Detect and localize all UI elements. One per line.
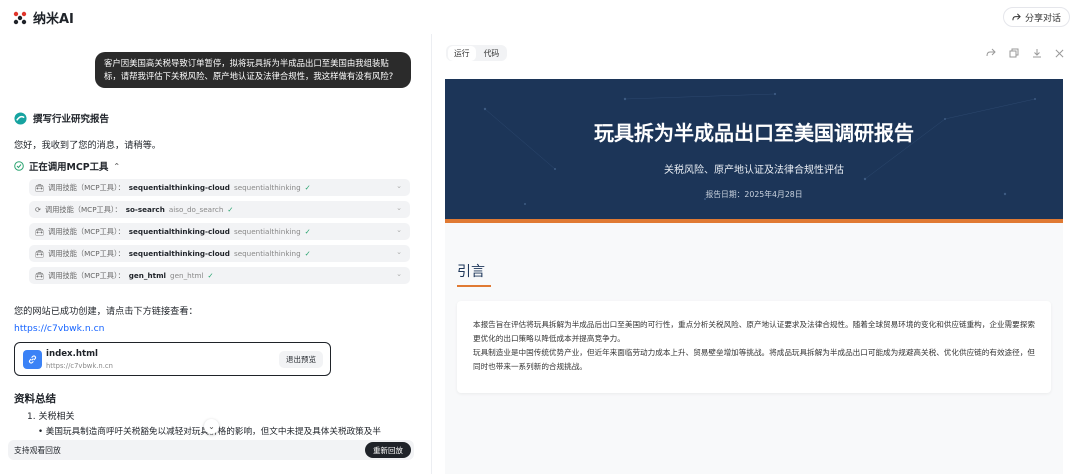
toolbox-icon: 🧰︎ <box>35 227 45 236</box>
replay-bar: 支持观看回放 重新回放 <box>8 440 414 460</box>
tool-name: sequentialthinking-cloud <box>128 183 230 192</box>
toolbox-icon: 🧰︎ <box>35 271 45 280</box>
tool-function: sequentialthinking <box>233 183 301 192</box>
mcp-tools-toggle[interactable]: 正在调用MCP工具 ⌃ <box>14 159 120 173</box>
share-icon <box>1012 13 1021 20</box>
tool-name: sequentialthinking-cloud <box>128 227 230 236</box>
exit-preview-button[interactable]: 退出预览 <box>279 351 323 368</box>
check-icon: ✓ <box>304 183 311 192</box>
tool-call-row[interactable]: ⟳ 调用技能（MCP工具）： so-search aiso_do_search … <box>29 201 410 218</box>
agent-avatar-icon <box>14 111 27 125</box>
tool-function: sequentialthinking <box>233 227 301 236</box>
site-link[interactable]: https://c7vbwk.n.cn <box>14 323 104 334</box>
tool-function: gen_html <box>170 271 204 280</box>
intro-paragraph: 本报告旨在评估将玩具拆解为半成品后出口至美国的可行性，重点分析关税风险、原产地认… <box>473 320 1035 343</box>
check-icon: ✓ <box>227 205 234 214</box>
tool-call-row[interactable]: 🧰︎ 调用技能（MCP工具）： gen_html gen_html ✓ ⌄ <box>29 267 410 284</box>
share-label: 分享对话 <box>1024 13 1061 24</box>
summary-item: 1. 关税相关 <box>27 412 75 422</box>
check-icon: ✓ <box>304 227 311 236</box>
file-preview-card[interactable]: index.html https://c7vbwk.n.cn 退出预览 <box>14 342 331 376</box>
step-title: 撰写行业研究报告 <box>14 111 109 125</box>
tool-prefix: 调用技能（MCP工具）： <box>48 226 125 236</box>
chevron-down-icon: ⌄ <box>208 422 215 431</box>
top-bar: 纳米AI 分享对话 <box>0 0 1080 34</box>
wait-message: 您好，我收到了您的消息，请稍等。 <box>14 140 161 151</box>
tool-function: sequentialthinking <box>233 249 301 258</box>
report-title: 玩具拆为半成品出口至美国调研报告 <box>594 121 914 145</box>
chat-panel: 客户因美国高关税导致订单暂停，拟将玩具拆为半成品出口至美国由我组装贴标，请帮我评… <box>0 34 431 474</box>
check-circle-icon <box>14 161 24 171</box>
mcp-heading: 正在调用MCP工具 <box>29 162 109 173</box>
intro-card: 本报告旨在评估将玩具拆解为半成品后出口至美国的可行性，重点分析关税风险、原产地认… <box>457 301 1051 393</box>
tool-call-row[interactable]: 🧰︎ 调用技能（MCP工具）： sequentialthinking-cloud… <box>29 223 410 240</box>
report-hero: 玩具拆为半成品出口至美国调研报告 关税风险、原产地认证及法律合规性评估 报告日期… <box>445 79 1063 219</box>
tool-prefix: 调用技能（MCP工具）： <box>48 270 125 280</box>
tool-name: so-search <box>125 205 165 214</box>
chevron-down-icon: ⌄ <box>396 204 402 212</box>
report-preview: 玩具拆为半成品出口至美国调研报告 关税风险、原产地认证及法律合规性评估 报告日期… <box>445 79 1063 474</box>
app-logo[interactable]: 纳米AI <box>12 8 74 27</box>
report-subtitle: 关税风险、原产地认证及法律合规性评估 <box>664 165 844 176</box>
search-icon: ⟳ <box>35 205 42 214</box>
panel-divider <box>431 34 432 474</box>
tool-call-row[interactable]: 🧰︎ 调用技能（MCP工具）： sequentialthinking-cloud… <box>29 245 410 262</box>
chevron-up-icon: ⌃ <box>113 161 121 171</box>
chevron-down-icon: ⌄ <box>396 248 402 256</box>
tab-run[interactable]: 运行 <box>448 45 476 61</box>
tool-name: gen_html <box>128 271 167 280</box>
download-icon[interactable] <box>1031 47 1043 59</box>
hero-accent-bar <box>445 219 1063 223</box>
nami-logo-icon <box>13 11 27 24</box>
replay-text: 支持观看回放 <box>14 445 61 455</box>
step-title-text: 撰写行业研究报告 <box>33 114 110 125</box>
tool-prefix: 调用技能（MCP工具）： <box>45 204 122 214</box>
user-message-bubble: 客户因美国高关税导致订单暂停，拟将玩具拆为半成品出口至美国由我组装贴标，请帮我评… <box>95 52 411 88</box>
intro-paragraph: 玩具制造业是中国传统优势产业，但近年来面临劳动力成本上升、贸易壁垒增加等挑战。将… <box>473 348 1035 371</box>
share-icon[interactable] <box>985 47 997 59</box>
report-date: 报告日期：2025年4月28日 <box>705 190 803 199</box>
copy-icon[interactable] <box>1008 47 1020 59</box>
chevron-down-icon: ⌄ <box>396 182 402 190</box>
tool-prefix: 调用技能（MCP工具）： <box>48 182 125 192</box>
close-icon[interactable] <box>1053 47 1065 59</box>
app-name: 纳米AI <box>33 12 74 27</box>
check-icon: ✓ <box>304 249 311 258</box>
file-name: index.html <box>46 349 98 359</box>
section-title: 引言 <box>457 264 485 280</box>
summary-title: 资料总结 <box>14 393 56 405</box>
chevron-down-icon: ⌄ <box>396 226 402 234</box>
view-tabs: 运行 代码 <box>446 45 508 61</box>
tool-function: aiso_do_search <box>168 205 224 214</box>
chevron-down-icon: ⌄ <box>396 270 402 278</box>
file-url: https://c7vbwk.n.cn <box>46 362 113 370</box>
toolbox-icon: 🧰︎ <box>35 249 45 258</box>
tool-prefix: 调用技能（MCP工具）： <box>48 248 125 258</box>
tab-code[interactable]: 代码 <box>478 46 506 61</box>
section-underline <box>457 285 491 287</box>
site-created-message: 您的网站已成功创建，请点击下方链接查看： <box>14 306 198 317</box>
share-conversation-button[interactable]: 分享对话 <box>1002 7 1070 27</box>
scroll-down-button[interactable]: ⌄ <box>204 419 219 434</box>
tool-call-row[interactable]: 🧰︎ 调用技能（MCP工具）： sequentialthinking-cloud… <box>29 179 410 196</box>
check-icon: ✓ <box>207 271 214 280</box>
link-icon <box>23 350 42 369</box>
replay-button[interactable]: 重新回放 <box>365 442 411 458</box>
tool-name: sequentialthinking-cloud <box>128 249 230 258</box>
toolbox-icon: 🧰︎ <box>35 183 45 192</box>
